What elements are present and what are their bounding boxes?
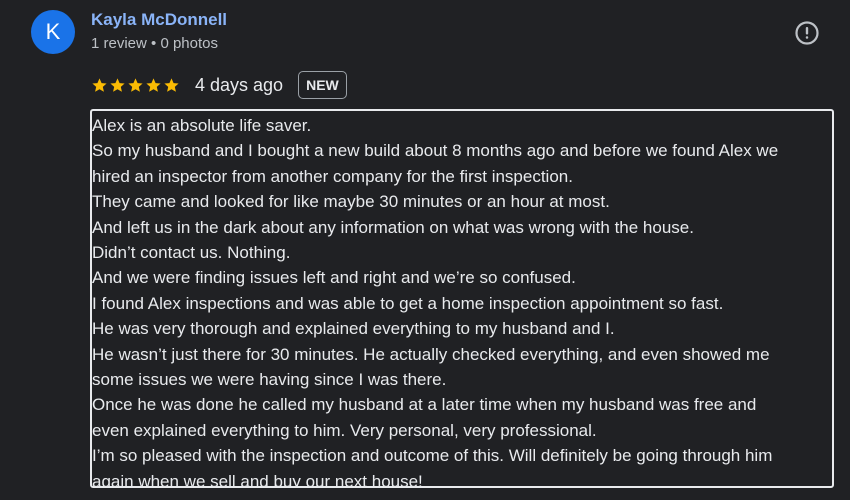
- review-line: And we were finding issues left and righ…: [92, 268, 576, 288]
- avatar-letter: K: [45, 19, 61, 44]
- star-icon: [164, 77, 179, 92]
- star-icon: [128, 77, 143, 92]
- review-line: They came and looked for like maybe 30 m…: [92, 192, 610, 212]
- reviewer-name[interactable]: Kayla McDonnell: [91, 10, 227, 30]
- review-line: He was very thorough and explained every…: [92, 319, 615, 339]
- review-text: Alex is an absolute life saver. So my hus…: [90, 109, 834, 488]
- review-line: He wasn’t just there for 30 minutes. He …: [92, 344, 770, 364]
- review-line: hired an inspector from another company …: [92, 166, 573, 186]
- report-review-button[interactable]: [794, 20, 820, 46]
- exclamation-circle-icon: [795, 21, 819, 45]
- star-rating: [91, 77, 180, 94]
- review-line: I’m so pleased with the inspection and o…: [92, 446, 773, 466]
- star-icon: [146, 77, 161, 92]
- review-line: Alex is an absolute life saver.: [92, 116, 312, 135]
- review-line: And left us in the dark about any inform…: [92, 217, 694, 237]
- star-icon: [110, 77, 125, 92]
- review-line: Didn’t contact us. Nothing.: [92, 243, 291, 263]
- review-line: I found Alex inspections and was able to…: [92, 293, 724, 313]
- review-line: some issues we were having since I was t…: [92, 370, 447, 390]
- review-line: Once he was done he called my husband at…: [92, 395, 757, 415]
- avatar[interactable]: K: [31, 10, 75, 54]
- star-icon: [92, 77, 107, 92]
- review-line: even explained everything to him. Very p…: [92, 420, 597, 440]
- reviewer-meta[interactable]: 1 review • 0 photos: [91, 35, 218, 52]
- review-time: 4 days ago: [195, 74, 284, 95]
- review-line: So my husband and I bought a new build a…: [92, 141, 779, 161]
- review-line: again when we sell and buy our next hous…: [92, 471, 423, 488]
- rating-row: 4 days ago NEW: [91, 70, 347, 100]
- new-badge: NEW: [298, 71, 347, 99]
